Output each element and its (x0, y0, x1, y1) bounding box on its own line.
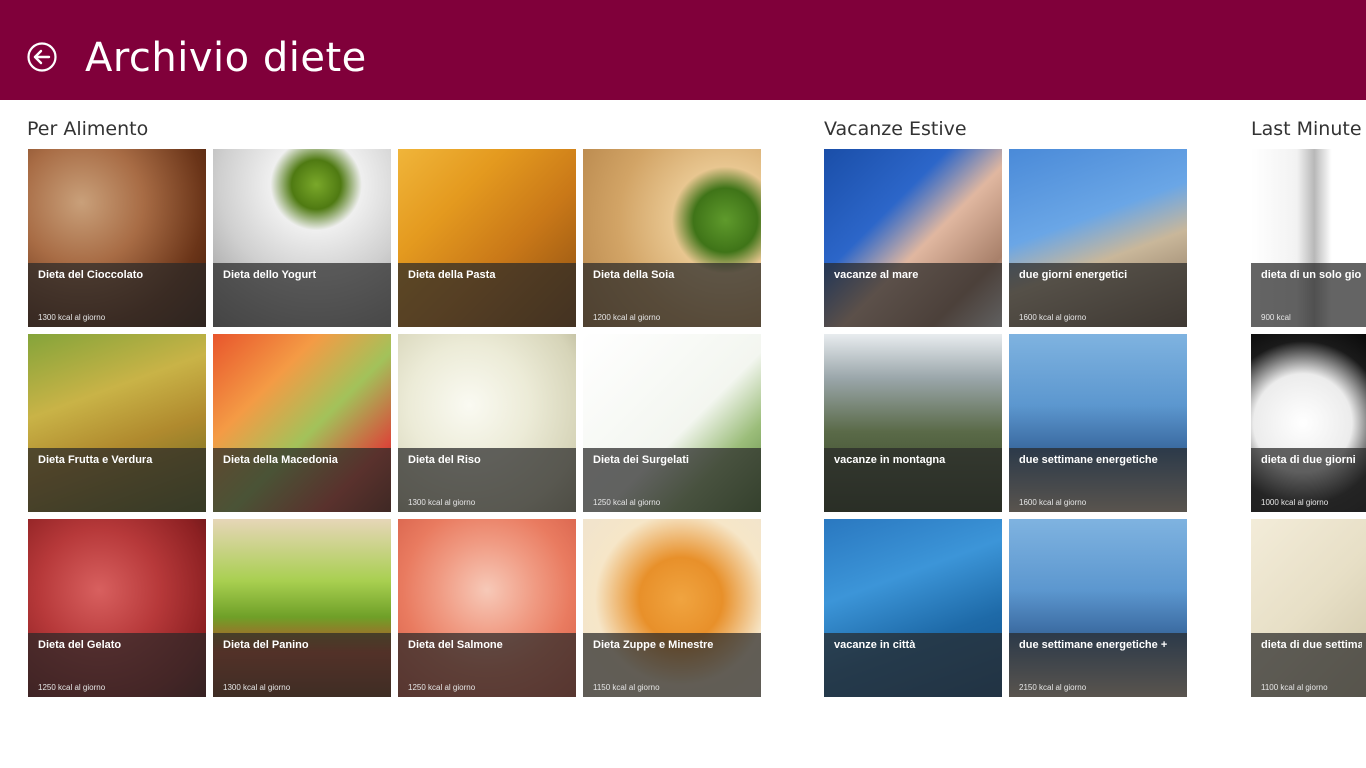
tile-dieta-macedonia[interactable]: Dieta della Macedonia (213, 334, 391, 512)
tile-caption: Dieta della Soia 1200 kcal al giorno (583, 263, 761, 327)
tile-caption: due settimane energetiche + 2150 kcal al… (1009, 633, 1187, 697)
tile-kcal: 1200 kcal al giorno (593, 313, 661, 322)
tile-name: dieta di due giorni (1261, 454, 1356, 466)
page-title: Archivio diete (85, 35, 367, 81)
tile-caption: Dieta della Pasta (398, 263, 576, 327)
tile-kcal: 2150 kcal al giorno (1019, 683, 1087, 692)
tile-name: Dieta dei Surgelati (593, 454, 689, 466)
tile-due-giorni-energetici[interactable]: due giorni energetici 1600 kcal al giorn… (1009, 149, 1187, 327)
tile-caption: Dieta dello Yogurt (213, 263, 391, 327)
tile-caption: Dieta dei Surgelati 1250 kcal al giorno (583, 448, 761, 512)
tile-kcal: 1000 kcal al giorno (1261, 498, 1329, 507)
tile-kcal: 1600 kcal al giorno (1019, 498, 1087, 507)
tile-kcal: 1150 kcal al giorno (593, 683, 660, 692)
tile-dieta-pasta[interactable]: Dieta della Pasta (398, 149, 576, 327)
tile-caption: dieta di un solo giorno 900 kcal (1251, 263, 1366, 327)
tile-name: Dieta del Salmone (408, 639, 503, 651)
tile-name: due settimane energetiche + (1019, 639, 1168, 651)
tile-caption: Dieta del Salmone 1250 kcal al giorno (398, 633, 576, 697)
tile-name: vacanze in montagna (834, 454, 946, 466)
tile-caption: Dieta del Panino 1300 kcal al giorno (213, 633, 391, 697)
tile-caption: Dieta del Gelato 1250 kcal al giorno (28, 633, 206, 697)
back-button[interactable] (27, 42, 57, 72)
tile-kcal: 1250 kcal al giorno (593, 498, 661, 507)
tile-vacanze-montagna[interactable]: vacanze in montagna (824, 334, 1002, 512)
tile-dieta-frutta-verdura[interactable]: Dieta Frutta e Verdura (28, 334, 206, 512)
tile-name: Dieta della Macedonia (223, 454, 338, 466)
back-arrow-circle-icon (27, 42, 57, 72)
tile-kcal: 1300 kcal al giorno (223, 683, 291, 692)
tile-kcal: 900 kcal (1261, 313, 1291, 322)
tile-kcal: 1250 kcal al giorno (408, 683, 476, 692)
tile-caption: vacanze al mare (824, 263, 1002, 327)
tile-name: Dieta del Riso (408, 454, 481, 466)
tile-dieta-due-giorni[interactable]: dieta di due giorni 1000 kcal al giorno (1251, 334, 1366, 512)
tile-caption: Dieta Zuppe e Minestre 1150 kcal al gior… (583, 633, 761, 697)
tile-dieta-gelato[interactable]: Dieta del Gelato 1250 kcal al giorno (28, 519, 206, 697)
tile-caption: vacanze in città (824, 633, 1002, 697)
tile-caption: dieta di due settimane 1100 kcal al gior… (1251, 633, 1366, 697)
tile-caption: due settimane energetiche 1600 kcal al g… (1009, 448, 1187, 512)
tile-kcal: 1600 kcal al giorno (1019, 313, 1087, 322)
tile-caption: Dieta Frutta e Verdura (28, 448, 206, 512)
tile-kcal: 1250 kcal al giorno (38, 683, 106, 692)
tile-name: Dieta della Soia (593, 269, 675, 281)
tile-name: Dieta del Cioccolato (38, 269, 144, 281)
tile-caption: vacanze in montagna (824, 448, 1002, 512)
tile-name: due settimane energetiche (1019, 454, 1158, 466)
tile-caption: dieta di due giorni 1000 kcal al giorno (1251, 448, 1366, 512)
tile-name: vacanze al mare (834, 269, 919, 281)
tile-dieta-soia[interactable]: Dieta della Soia 1200 kcal al giorno (583, 149, 761, 327)
tile-kcal: 1300 kcal al giorno (408, 498, 476, 507)
tile-name: vacanze in città (834, 639, 916, 651)
tile-vacanze-mare[interactable]: vacanze al mare (824, 149, 1002, 327)
tile-name: Dieta Zuppe e Minestre (593, 639, 714, 651)
tile-dieta-due-settimane[interactable]: dieta di due settimane 1100 kcal al gior… (1251, 519, 1366, 697)
tile-dieta-surgelati[interactable]: Dieta dei Surgelati 1250 kcal al giorno (583, 334, 761, 512)
tile-caption: Dieta del Riso 1300 kcal al giorno (398, 448, 576, 512)
tile-due-settimane-energetiche[interactable]: due settimane energetiche 1600 kcal al g… (1009, 334, 1187, 512)
tile-caption: Dieta della Macedonia (213, 448, 391, 512)
tile-name: Dieta del Panino (223, 639, 309, 651)
tile-name: dieta di un solo giorno (1261, 269, 1362, 281)
tile-dieta-cioccolato[interactable]: Dieta del Cioccolato 1300 kcal al giorno (28, 149, 206, 327)
tile-kcal: 1300 kcal al giorno (38, 313, 106, 322)
tile-due-settimane-energetiche-plus[interactable]: due settimane energetiche + 2150 kcal al… (1009, 519, 1187, 697)
tile-dieta-salmone[interactable]: Dieta del Salmone 1250 kcal al giorno (398, 519, 576, 697)
tile-name: dieta di due settimane (1261, 639, 1362, 651)
tile-name: Dieta della Pasta (408, 269, 496, 281)
group-title-vacanze-estive[interactable]: Vacanze Estive (824, 118, 967, 140)
tile-caption: due giorni energetici 1600 kcal al giorn… (1009, 263, 1187, 327)
tile-name: due giorni energetici (1019, 269, 1128, 281)
tile-dieta-panino[interactable]: Dieta del Panino 1300 kcal al giorno (213, 519, 391, 697)
tile-dieta-yogurt[interactable]: Dieta dello Yogurt (213, 149, 391, 327)
tile-kcal: 1100 kcal al giorno (1261, 683, 1328, 692)
tile-dieta-zuppe-minestre[interactable]: Dieta Zuppe e Minestre 1150 kcal al gior… (583, 519, 761, 697)
tile-dieta-riso[interactable]: Dieta del Riso 1300 kcal al giorno (398, 334, 576, 512)
app-header: Archivio diete (0, 0, 1366, 100)
tile-name: Dieta del Gelato (38, 639, 122, 651)
tile-name: Dieta Frutta e Verdura (38, 454, 153, 466)
tile-dieta-un-solo-giorno[interactable]: dieta di un solo giorno 900 kcal (1251, 149, 1366, 327)
group-title-per-alimento[interactable]: Per Alimento (27, 118, 148, 140)
tile-caption: Dieta del Cioccolato 1300 kcal al giorno (28, 263, 206, 327)
group-title-last-minute[interactable]: Last Minute (1251, 118, 1362, 140)
tile-vacanze-citta[interactable]: vacanze in città (824, 519, 1002, 697)
tile-name: Dieta dello Yogurt (223, 269, 317, 281)
